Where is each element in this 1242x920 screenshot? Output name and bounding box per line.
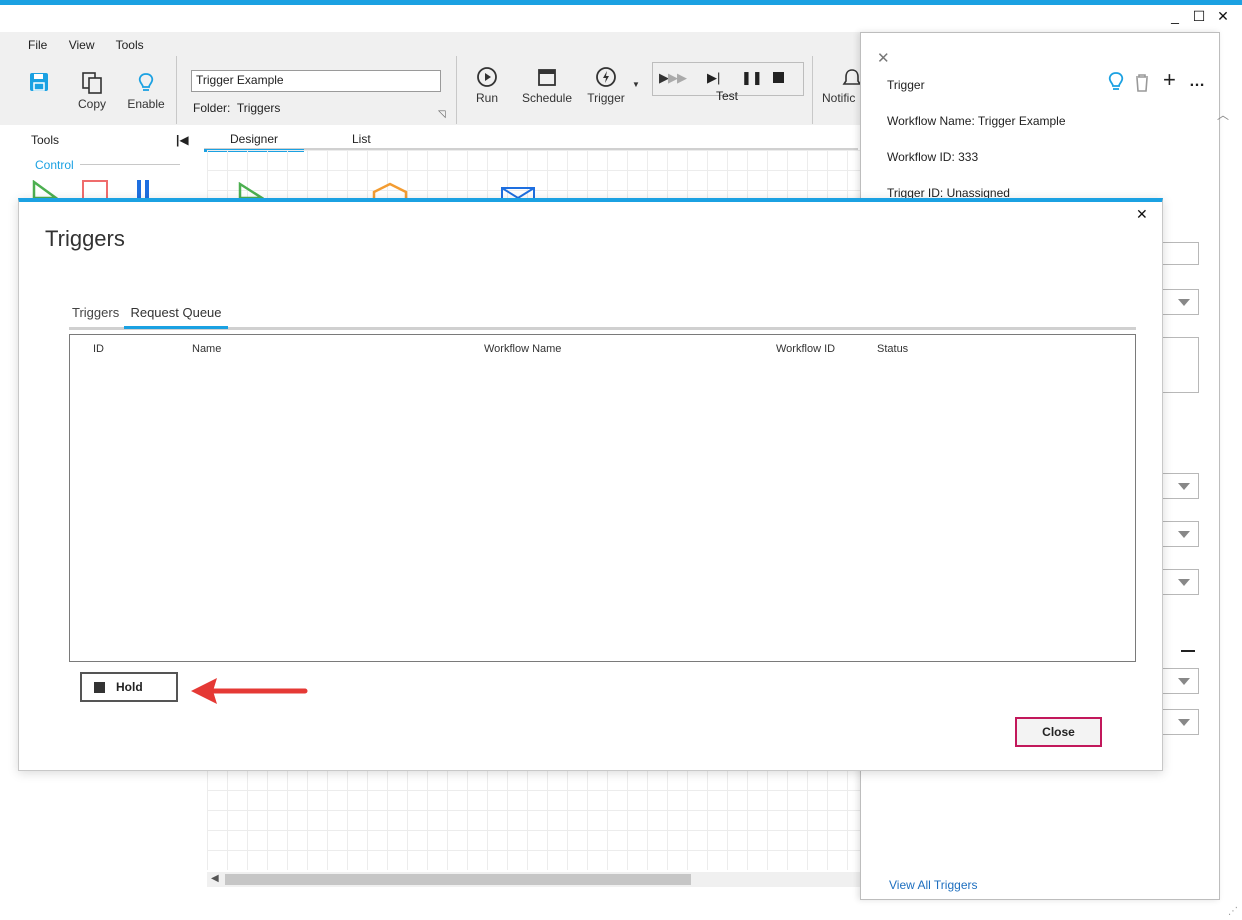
delete-icon[interactable]: [1134, 73, 1150, 96]
tab-request-queue[interactable]: Request Queue: [124, 305, 228, 320]
pause-icon[interactable]: ❚❚: [741, 70, 763, 86]
column-header-id[interactable]: ID: [93, 343, 104, 355]
close-dialog-icon[interactable]: ✕: [1136, 206, 1148, 223]
tools-panel-title: Tools: [31, 133, 60, 147]
play-circle-icon: [477, 67, 497, 87]
annotation-arrow-icon: [191, 678, 308, 704]
expand-dialog-icon[interactable]: ◹: [438, 109, 446, 120]
close-button[interactable]: Close: [1015, 717, 1102, 747]
tab-active-indicator: [124, 326, 228, 329]
menu-view[interactable]: View: [69, 38, 95, 52]
ribbon-separator: [812, 56, 813, 124]
run-button[interactable]: Run: [470, 66, 504, 105]
dialog-title: Triggers: [45, 226, 125, 251]
menu-file[interactable]: File: [28, 38, 47, 52]
chevron-down-icon: [1178, 678, 1190, 685]
copy-button[interactable]: Copy: [74, 72, 110, 111]
tab-designer-label: Designer: [229, 132, 279, 146]
collapse-section-icon[interactable]: [1181, 650, 1195, 652]
chevron-down-icon: [1178, 483, 1190, 490]
column-header-name[interactable]: Name: [192, 343, 221, 355]
save-icon: [30, 73, 48, 91]
tab-request-queue-label: Request Queue: [130, 305, 222, 320]
workflow-name-info: Workflow Name: Trigger Example: [887, 114, 1066, 128]
lightbulb-icon: [138, 73, 154, 91]
ribbon: File View Tools Copy Enable Trigger Exam…: [0, 32, 862, 125]
enable-button[interactable]: Enable: [124, 72, 168, 111]
copy-icon: [82, 72, 102, 94]
calendar-icon: [538, 69, 556, 86]
enable-label: Enable: [127, 97, 165, 111]
tab-list[interactable]: List: [352, 132, 371, 146]
schedule-label: Schedule: [521, 91, 573, 105]
lightning-circle-icon: [596, 67, 616, 87]
menu-tools[interactable]: Tools: [116, 38, 144, 52]
scroll-up-icon[interactable]: ︿: [1217, 106, 1229, 123]
hold-button[interactable]: Hold: [80, 672, 178, 702]
ribbon-separator: [176, 56, 177, 124]
column-header-workflow-name[interactable]: Workflow Name: [484, 343, 561, 355]
folder-label: Folder:: [193, 101, 231, 115]
chevron-down-icon: [1178, 719, 1190, 726]
menu-bar: File View Tools: [28, 38, 162, 52]
maximize-button[interactable]: ☐: [1189, 8, 1209, 25]
play-step-icon[interactable]: ▶▶▶: [659, 70, 687, 86]
panel-title: Trigger: [887, 78, 925, 92]
request-queue-table[interactable]: ID Name Workflow Name Workflow ID Status: [69, 334, 1136, 662]
chevron-down-icon: [1178, 579, 1190, 586]
folder-value: Triggers: [236, 101, 281, 115]
tools-section-control: Control: [35, 158, 74, 172]
tab-triggers[interactable]: Triggers: [72, 305, 119, 320]
hold-label: Hold: [116, 680, 143, 694]
schedule-button[interactable]: Schedule: [520, 66, 574, 105]
tool-pause-icon[interactable]: [137, 180, 141, 198]
chevron-down-icon: [1178, 531, 1190, 538]
chevron-down-icon: [1178, 299, 1190, 306]
run-label: Run: [475, 91, 498, 105]
view-all-triggers-link[interactable]: View All Triggers: [889, 878, 977, 892]
save-button[interactable]: [29, 72, 49, 95]
copy-label: Copy: [77, 97, 106, 111]
column-header-workflow-id[interactable]: Workflow ID: [776, 343, 835, 355]
bell-icon: [842, 69, 862, 85]
resize-grip-icon[interactable]: ⋰: [1228, 906, 1238, 917]
tool-stop-icon[interactable]: [82, 180, 108, 200]
ribbon-separator: [456, 56, 457, 124]
lightbulb-toggle-icon[interactable]: [1107, 71, 1125, 96]
more-options-icon[interactable]: …: [1189, 73, 1205, 91]
add-icon[interactable]: +: [1163, 67, 1176, 93]
trigger-label: Trigger: [587, 91, 625, 105]
test-label: Test: [716, 89, 739, 103]
triggers-dialog: ✕ Triggers Triggers Request Queue ID Nam…: [18, 198, 1163, 771]
workflow-name-input[interactable]: Trigger Example: [191, 70, 441, 92]
notifications-button[interactable]: Notific: [822, 66, 862, 105]
workflow-id-info: Workflow ID: 333: [887, 150, 979, 164]
scroll-left-icon[interactable]: ◀: [211, 873, 219, 884]
trigger-dropdown-icon[interactable]: ▼: [632, 80, 640, 89]
minimize-button[interactable]: _: [1165, 8, 1185, 24]
trigger-button[interactable]: Trigger: [584, 66, 628, 105]
close-window-button[interactable]: ✕: [1213, 8, 1233, 25]
notifications-label: Notific: [822, 91, 856, 105]
tab-designer[interactable]: Designer: [204, 132, 304, 152]
collapse-panel-icon[interactable]: |◀: [176, 133, 189, 147]
stop-square-icon: [94, 682, 105, 693]
section-divider: [80, 164, 180, 165]
column-header-status[interactable]: Status: [877, 343, 908, 355]
horizontal-scrollbar[interactable]: ◀: [207, 872, 860, 887]
scrollbar-thumb[interactable]: [225, 874, 691, 885]
folder-info: Folder: Triggers: [193, 101, 280, 115]
step-forward-icon[interactable]: ▶|: [707, 70, 720, 86]
stop-icon[interactable]: [773, 72, 784, 83]
dialog-tab-strip: [69, 327, 1136, 330]
window-accent-bar: [0, 0, 1242, 5]
close-panel-icon[interactable]: ✕: [877, 49, 890, 67]
